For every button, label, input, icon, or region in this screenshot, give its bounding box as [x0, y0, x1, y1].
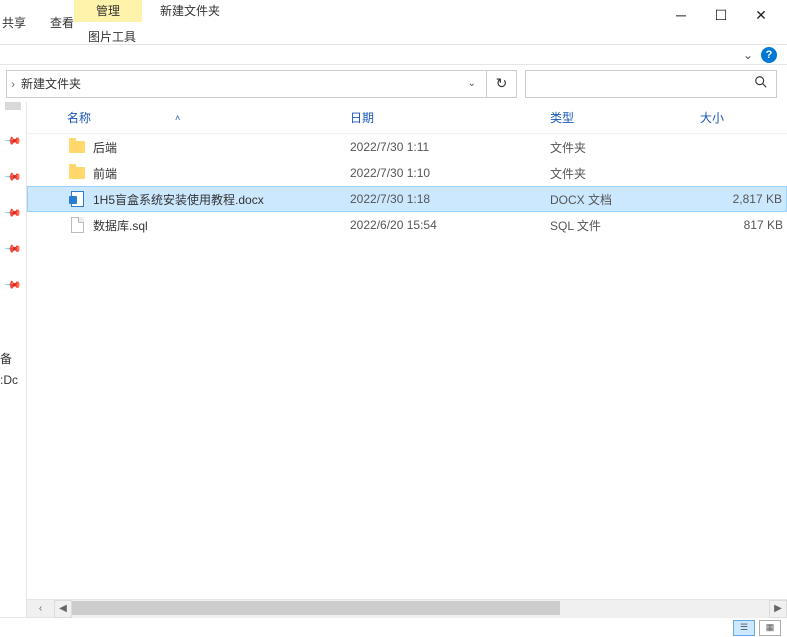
file-date: 2022/6/20 15:54 [350, 218, 550, 232]
details-view-button[interactable]: ☰ [733, 620, 755, 636]
file-date: 2022/7/30 1:11 [350, 140, 550, 154]
file-name: 数据库.sql [93, 217, 350, 234]
tab-manage[interactable]: 管理 [74, 0, 142, 22]
search-icon [754, 75, 768, 92]
address-row: › 新建文件夹 ⌄ ↻ [0, 65, 787, 102]
nav-stub-b: :Dc [0, 373, 27, 387]
refresh-button[interactable]: ↻ [487, 70, 517, 98]
ribbon-context-group: 管理 新建文件夹 图片工具 [74, 0, 230, 45]
tab-view[interactable]: 查看 [50, 14, 74, 31]
minimize-button[interactable]: ─ [667, 3, 695, 27]
file-icon [67, 215, 87, 235]
folder-icon [67, 163, 87, 183]
sort-caret-icon: ˄ [175, 113, 180, 123]
file-name: 1H5盲盒系统安装使用教程.docx [93, 191, 350, 208]
column-size[interactable]: 大小 [700, 109, 787, 126]
file-date: 2022/7/30 1:18 [350, 192, 550, 206]
pin-icon: 📌 [5, 276, 22, 293]
tab-share[interactable]: 共享 [2, 14, 26, 31]
file-type: 文件夹 [550, 165, 700, 182]
file-size: 817 KB [700, 218, 787, 232]
breadcrumb-separator-icon: › [11, 77, 15, 91]
title-bar: 共享 查看 管理 新建文件夹 图片工具 ─ ☐ ✕ [0, 0, 787, 45]
ribbon-collapse-icon[interactable]: ⌄ [743, 48, 753, 62]
scroll-left-button[interactable]: ◀ [54, 600, 72, 618]
file-row[interactable]: 前端2022/7/30 1:10文件夹 [27, 160, 787, 186]
scroll-track[interactable] [72, 600, 769, 618]
file-name: 后端 [93, 139, 350, 156]
ribbon-left-tabs: 共享 查看 [0, 0, 74, 45]
column-type[interactable]: 类型 [550, 109, 700, 126]
main-area: 📌 📌 📌 📌 📌 备 :Dc 名称 ˄ 日期 类型 大小 后端2022/7/3… [0, 102, 787, 617]
nav-stub-a: 备 [0, 350, 27, 367]
column-name[interactable]: 名称 ˄ [67, 109, 350, 126]
file-size: 2,817 KB [700, 192, 786, 206]
column-name-label: 名称 [67, 109, 91, 126]
address-history-icon[interactable]: ⌄ [462, 78, 482, 89]
maximize-button[interactable]: ☐ [707, 3, 735, 27]
scroll-thumb[interactable] [72, 601, 560, 615]
tab-picture-tools[interactable]: 图片工具 [74, 22, 230, 45]
file-row[interactable]: 数据库.sql2022/6/20 15:54SQL 文件817 KB [27, 212, 787, 238]
file-type: SQL 文件 [550, 217, 700, 234]
pin-icon: 📌 [5, 204, 22, 221]
help-icon[interactable]: ? [761, 47, 777, 63]
ribbon-collapse-row: ⌄ ? [0, 45, 787, 65]
docx-icon [67, 189, 87, 209]
column-headers: 名称 ˄ 日期 类型 大小 [27, 102, 787, 134]
breadcrumb-current[interactable]: 新建文件夹 [21, 75, 456, 92]
address-bar[interactable]: › 新建文件夹 ⌄ [6, 70, 487, 98]
thumbnails-view-button[interactable]: ▦ [759, 620, 781, 636]
file-name: 前端 [93, 165, 350, 182]
nav-pane-peek: 备 :Dc [0, 350, 27, 393]
file-row[interactable]: 后端2022/7/30 1:11文件夹 [27, 134, 787, 160]
window-controls: ─ ☐ ✕ [667, 0, 787, 30]
folder-icon [67, 137, 87, 157]
nav-pane-handle[interactable] [5, 102, 21, 110]
status-bar: ☰ ▦ [0, 617, 787, 637]
search-box[interactable] [525, 70, 777, 98]
file-content: 名称 ˄ 日期 类型 大小 后端2022/7/30 1:11文件夹前端2022/… [27, 102, 787, 617]
horizontal-scrollbar[interactable]: ‹ ◀ ▶ [27, 599, 787, 617]
file-type: 文件夹 [550, 139, 700, 156]
pin-icon: 📌 [5, 168, 22, 185]
file-row[interactable]: 1H5盲盒系统安装使用教程.docx2022/7/30 1:18DOCX 文档2… [27, 186, 787, 212]
window-title: 新建文件夹 [142, 0, 230, 22]
pin-icon: 📌 [5, 240, 22, 257]
file-list: 后端2022/7/30 1:11文件夹前端2022/7/30 1:10文件夹1H… [27, 134, 787, 599]
file-date: 2022/7/30 1:10 [350, 166, 550, 180]
close-button[interactable]: ✕ [747, 3, 775, 27]
column-date[interactable]: 日期 [350, 109, 550, 126]
pin-icon: 📌 [5, 132, 22, 149]
nav-pane-expand-icon[interactable]: ‹ [27, 600, 54, 618]
scroll-right-button[interactable]: ▶ [769, 600, 787, 618]
file-type: DOCX 文档 [550, 191, 700, 208]
